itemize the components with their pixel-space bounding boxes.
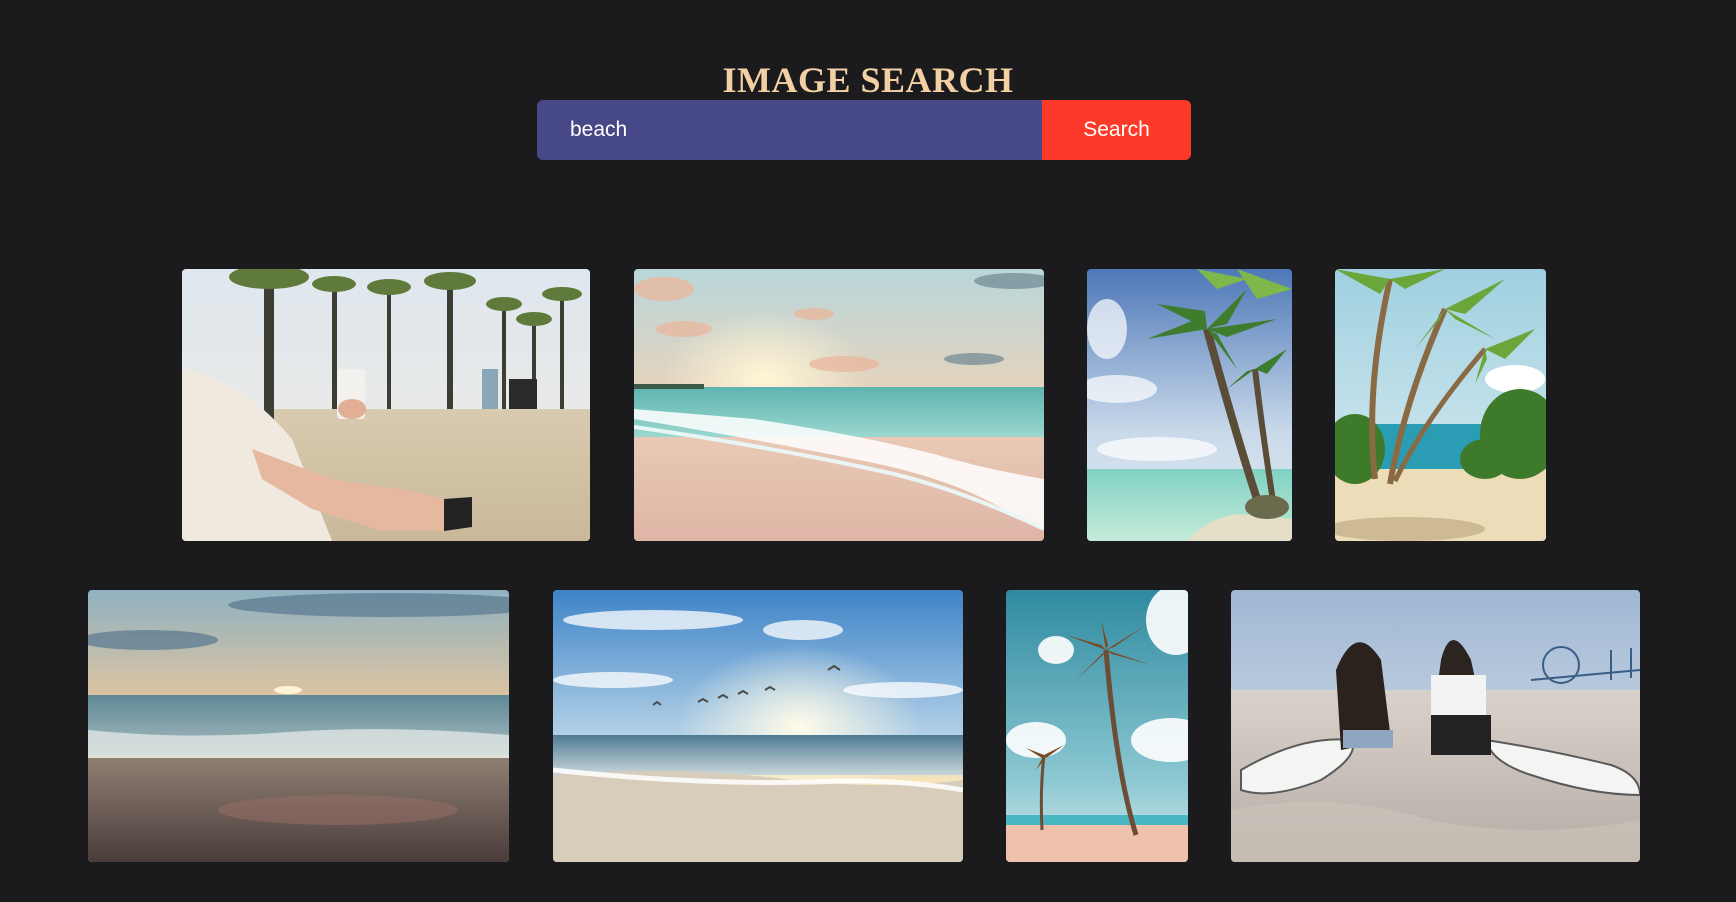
image-result-5[interactable] [88, 590, 509, 862]
image-result-4[interactable] [1335, 269, 1546, 541]
search-button[interactable]: Search [1042, 100, 1191, 160]
image-result-2[interactable] [634, 269, 1044, 541]
beach-photo-sunset-wave [634, 269, 1044, 541]
image-result-6[interactable] [553, 590, 963, 862]
image-result-1[interactable] [182, 269, 590, 541]
beach-photo-surfers-sitting [1231, 590, 1640, 862]
page-title: IMAGE SEARCH [722, 60, 1014, 101]
image-result-7[interactable] [1006, 590, 1188, 862]
search-input[interactable] [537, 100, 1042, 160]
beach-photo-relaxing [182, 269, 590, 541]
beach-photo-dusk-waves [88, 590, 509, 862]
beach-photo-seagulls-sunrise [553, 590, 963, 862]
image-result-3[interactable] [1087, 269, 1292, 541]
search-form: Search [537, 100, 1191, 160]
image-result-8[interactable] [1231, 590, 1640, 862]
beach-photo-palm-cove [1335, 269, 1546, 541]
beach-photo-tall-palm [1006, 590, 1188, 862]
beach-photo-palm-lagoon [1087, 269, 1292, 541]
